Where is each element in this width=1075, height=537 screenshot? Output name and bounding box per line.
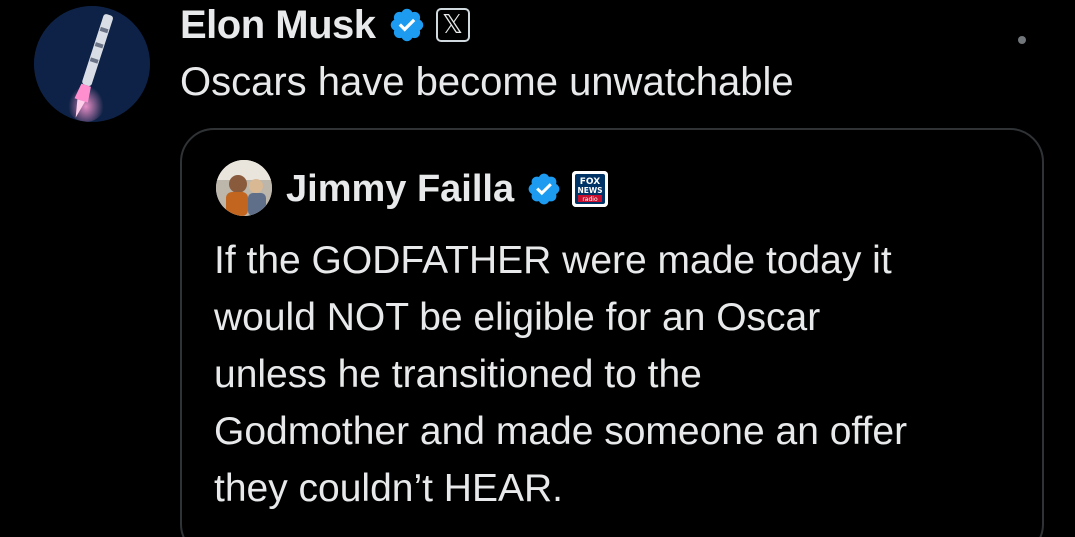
x-logo-icon[interactable]: 𝕏 bbox=[435, 8, 470, 42]
fox-news-radio-logo: FOX NEWS radio bbox=[572, 171, 609, 207]
tweet-text: Oscars have become unwatchable bbox=[180, 60, 794, 104]
quote-header: Jimmy Failla FOX NEWS radio bbox=[286, 164, 609, 214]
quote-text-line: Godmother and made someone an offer bbox=[214, 410, 908, 453]
quote-text-line: would NOT be eligible for an Oscar bbox=[214, 296, 821, 339]
quote-author-name[interactable]: Jimmy Failla bbox=[286, 168, 514, 211]
radio-logo-word: radio bbox=[582, 196, 598, 203]
rocket-launch-avatar bbox=[34, 6, 150, 122]
quote-author-avatar[interactable] bbox=[216, 160, 272, 216]
tweet-header: Elon Musk 𝕏 bbox=[180, 2, 470, 48]
author-avatar[interactable] bbox=[34, 6, 150, 122]
quote-text-line: they couldn’t HEAR. bbox=[214, 467, 564, 510]
verified-badge-icon bbox=[390, 8, 423, 42]
quoted-tweet-text: If the GODFATHER were made today it woul… bbox=[214, 232, 1024, 517]
news-logo-word: NEWS bbox=[578, 186, 603, 195]
profile-photo-avatar bbox=[216, 160, 272, 216]
author-name[interactable]: Elon Musk bbox=[180, 3, 376, 48]
more-options-icon[interactable] bbox=[1018, 36, 1026, 44]
quote-text-line: If the GODFATHER were made today it bbox=[214, 239, 892, 282]
tweet: Elon Musk 𝕏 Oscars have become unwatchab… bbox=[0, 0, 1075, 537]
verified-badge-icon bbox=[528, 173, 560, 205]
quote-text-line: unless he transitioned to the bbox=[214, 353, 702, 396]
fox-news-radio-icon[interactable]: FOX NEWS radio bbox=[572, 171, 609, 207]
